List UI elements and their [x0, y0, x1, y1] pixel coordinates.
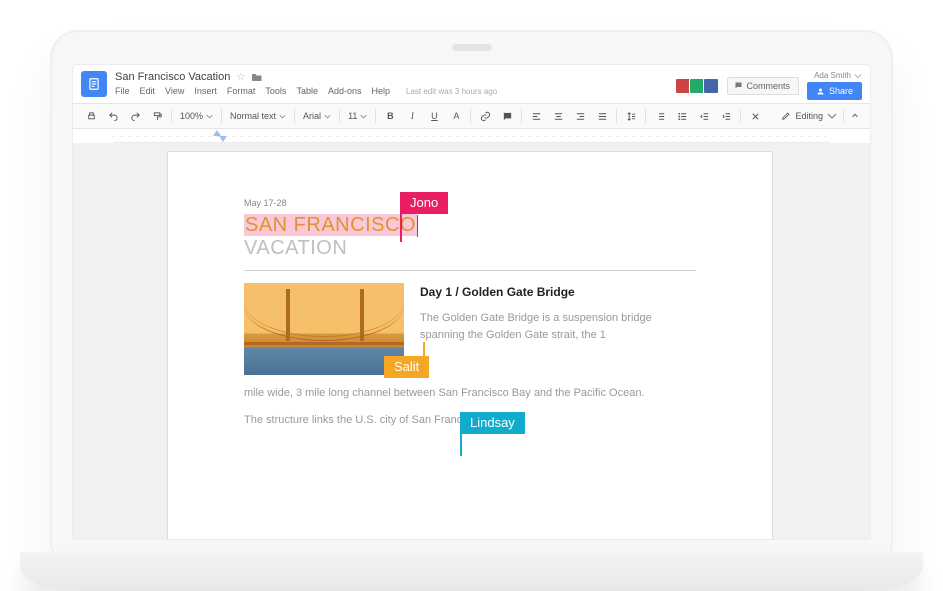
menu-insert[interactable]: Insert: [194, 86, 217, 96]
docs-app-icon[interactable]: [81, 71, 107, 97]
cursor-stem-lindsay: [460, 434, 462, 456]
line-spacing-icon[interactable]: [623, 108, 639, 124]
redo-icon[interactable]: [127, 108, 143, 124]
comments-button[interactable]: Comments: [727, 77, 799, 95]
menu-file[interactable]: File: [115, 86, 130, 96]
menu-tools[interactable]: Tools: [265, 86, 286, 96]
menu-addons[interactable]: Add-ons: [328, 86, 362, 96]
menubar: File Edit View Insert Format Tools Table…: [115, 86, 669, 96]
paragraph-1-start[interactable]: The Golden Gate Bridge is a suspension b…: [420, 310, 696, 344]
selected-title-text[interactable]: SAN FRANCISCO: [244, 214, 417, 236]
font-select[interactable]: Arial: [301, 111, 333, 121]
bullet-list-icon[interactable]: [674, 108, 690, 124]
text-color-button[interactable]: A: [448, 108, 464, 124]
share-button[interactable]: Share: [807, 82, 862, 100]
title-line-1[interactable]: SAN FRANCISCO: [244, 214, 696, 237]
laptop-camera: [452, 44, 492, 51]
comment-icon[interactable]: [499, 108, 515, 124]
paragraph-1-cont[interactable]: mile wide, 3 mile long channel between S…: [244, 385, 696, 402]
bold-button[interactable]: B: [382, 108, 398, 124]
zoom-select[interactable]: 100%: [178, 111, 215, 121]
bridge-photo[interactable]: [244, 283, 404, 375]
account-name[interactable]: Ada Smith: [814, 71, 862, 80]
collaborator-flag-lindsay: Lindsay: [460, 412, 525, 434]
menu-format[interactable]: Format: [227, 86, 256, 96]
collaborator-flag-jono: Jono: [400, 192, 448, 214]
editing-mode-button[interactable]: Editing: [781, 111, 837, 121]
style-select[interactable]: Normal text: [228, 111, 288, 121]
menu-edit[interactable]: Edit: [140, 86, 156, 96]
numbered-list-icon[interactable]: [652, 108, 668, 124]
page[interactable]: May 17-28 SAN FRANCISCO VACATION Day 1 /…: [167, 151, 773, 539]
outdent-icon[interactable]: [696, 108, 712, 124]
laptop-frame: San Francisco Vacation ☆ File Edit View …: [50, 30, 893, 570]
section-heading[interactable]: Day 1 / Golden Gate Bridge: [420, 283, 696, 302]
undo-icon[interactable]: [105, 108, 121, 124]
comments-label: Comments: [746, 81, 790, 91]
ruler[interactable]: [113, 129, 830, 143]
collaborator-flag-salit: Salit: [384, 356, 429, 378]
date-text[interactable]: May 17-28: [244, 198, 696, 208]
cursor-stem-jono: [400, 212, 402, 242]
print-icon[interactable]: [83, 108, 99, 124]
folder-icon[interactable]: [251, 72, 263, 82]
document-canvas: May 17-28 SAN FRANCISCO VACATION Day 1 /…: [73, 143, 870, 539]
app-window: San Francisco Vacation ☆ File Edit View …: [72, 64, 871, 540]
paint-format-icon[interactable]: [149, 108, 165, 124]
align-justify-icon[interactable]: [594, 108, 610, 124]
last-edit-text: Last edit was 3 hours ago: [406, 87, 497, 96]
menu-view[interactable]: View: [165, 86, 184, 96]
avatar[interactable]: [703, 78, 719, 94]
align-left-icon[interactable]: [528, 108, 544, 124]
underline-button[interactable]: U: [426, 108, 442, 124]
star-icon[interactable]: ☆: [236, 72, 245, 83]
align-right-icon[interactable]: [572, 108, 588, 124]
toolbar: 100% Normal text Arial 11 B I U A: [73, 103, 870, 129]
italic-button[interactable]: I: [404, 108, 420, 124]
menu-help[interactable]: Help: [371, 86, 390, 96]
clear-formatting-icon[interactable]: [747, 108, 763, 124]
cursor-jono: [417, 215, 418, 237]
cursor-stem-salit: [423, 342, 425, 356]
indent-icon[interactable]: [718, 108, 734, 124]
collaborator-avatars[interactable]: [677, 78, 719, 94]
share-label: Share: [829, 86, 853, 96]
document-title[interactable]: San Francisco Vacation: [115, 71, 230, 83]
title-line-2[interactable]: VACATION: [244, 237, 696, 260]
menu-table[interactable]: Table: [296, 86, 318, 96]
titlebar: San Francisco Vacation ☆ File Edit View …: [73, 65, 870, 103]
laptop-base: [20, 552, 923, 588]
horizontal-rule: [244, 270, 696, 271]
collapse-toolbar-icon[interactable]: [850, 111, 860, 121]
indent-marker-icon[interactable]: [219, 136, 227, 142]
font-size-select[interactable]: 11: [346, 111, 369, 121]
align-center-icon[interactable]: [550, 108, 566, 124]
link-icon[interactable]: [477, 108, 493, 124]
